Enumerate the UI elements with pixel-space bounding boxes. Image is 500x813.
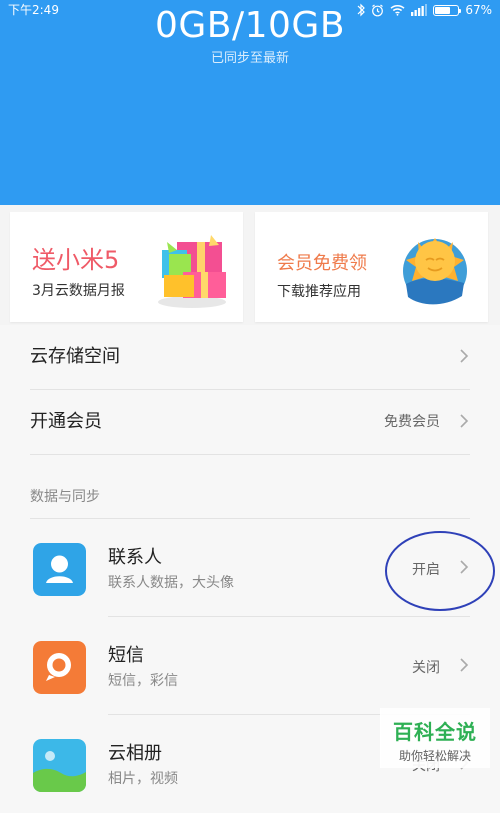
membership-label: 开通会员 <box>30 411 102 432</box>
watermark: 百科全说 助你轻松解决 <box>380 708 490 768</box>
promo-card-title: 送小米5 <box>32 246 120 274</box>
section-header: 数据与同步 <box>30 489 100 505</box>
sync-status: 已同步至最新 <box>210 51 289 66</box>
storage-usage: 0GB/10GB <box>154 5 346 46</box>
sms-icon <box>33 641 86 694</box>
contacts-subtitle: 联系人数据，大头像 <box>108 575 234 591</box>
contacts-status: 开启 <box>412 562 440 578</box>
contacts-title: 联系人 <box>108 547 162 568</box>
chevron-right-icon <box>460 658 469 672</box>
chevron-right-icon <box>460 560 469 574</box>
promo-cards: 送小米5 3月云数据月报 会员免费领 下载推荐应用 <box>0 205 500 325</box>
contacts-icon <box>33 543 86 596</box>
chevron-right-icon <box>460 414 469 428</box>
promo-card-membership[interactable]: 会员免费领 下载推荐应用 <box>255 212 488 322</box>
header: 下午2:49 67% 0GB/10GB 已同步至最新 <box>0 0 500 205</box>
promo-card-subtitle: 3月云数据月报 <box>32 283 125 299</box>
sms-subtitle: 短信，彩信 <box>108 673 178 689</box>
sms-row[interactable]: 短信 短信，彩信 关闭 <box>0 617 500 715</box>
gift-icon <box>158 235 226 308</box>
chevron-right-icon <box>460 349 469 363</box>
promo-card-xiaomi[interactable]: 送小米5 3月云数据月报 <box>10 212 243 322</box>
watermark-title: 百科全说 <box>393 720 477 744</box>
watermark-subtitle: 助你轻松解决 <box>398 749 471 763</box>
promo-card-subtitle: 下载推荐应用 <box>277 284 361 300</box>
cloud-storage-row[interactable]: 云存储空间 <box>30 325 470 390</box>
sms-title: 短信 <box>108 645 144 666</box>
contacts-row[interactable]: 联系人 联系人数据，大头像 开启 <box>0 519 500 617</box>
membership-row[interactable]: 开通会员 免费会员 <box>30 390 470 455</box>
gallery-title: 云相册 <box>108 743 162 764</box>
promo-card-title: 会员免费领 <box>277 253 367 274</box>
gallery-subtitle: 相片，视频 <box>108 771 178 787</box>
sms-status: 关闭 <box>412 660 440 676</box>
sun-icon <box>403 238 467 305</box>
cloud-storage-label: 云存储空间 <box>30 346 120 367</box>
gallery-icon <box>33 739 86 792</box>
membership-value: 免费会员 <box>384 414 440 430</box>
